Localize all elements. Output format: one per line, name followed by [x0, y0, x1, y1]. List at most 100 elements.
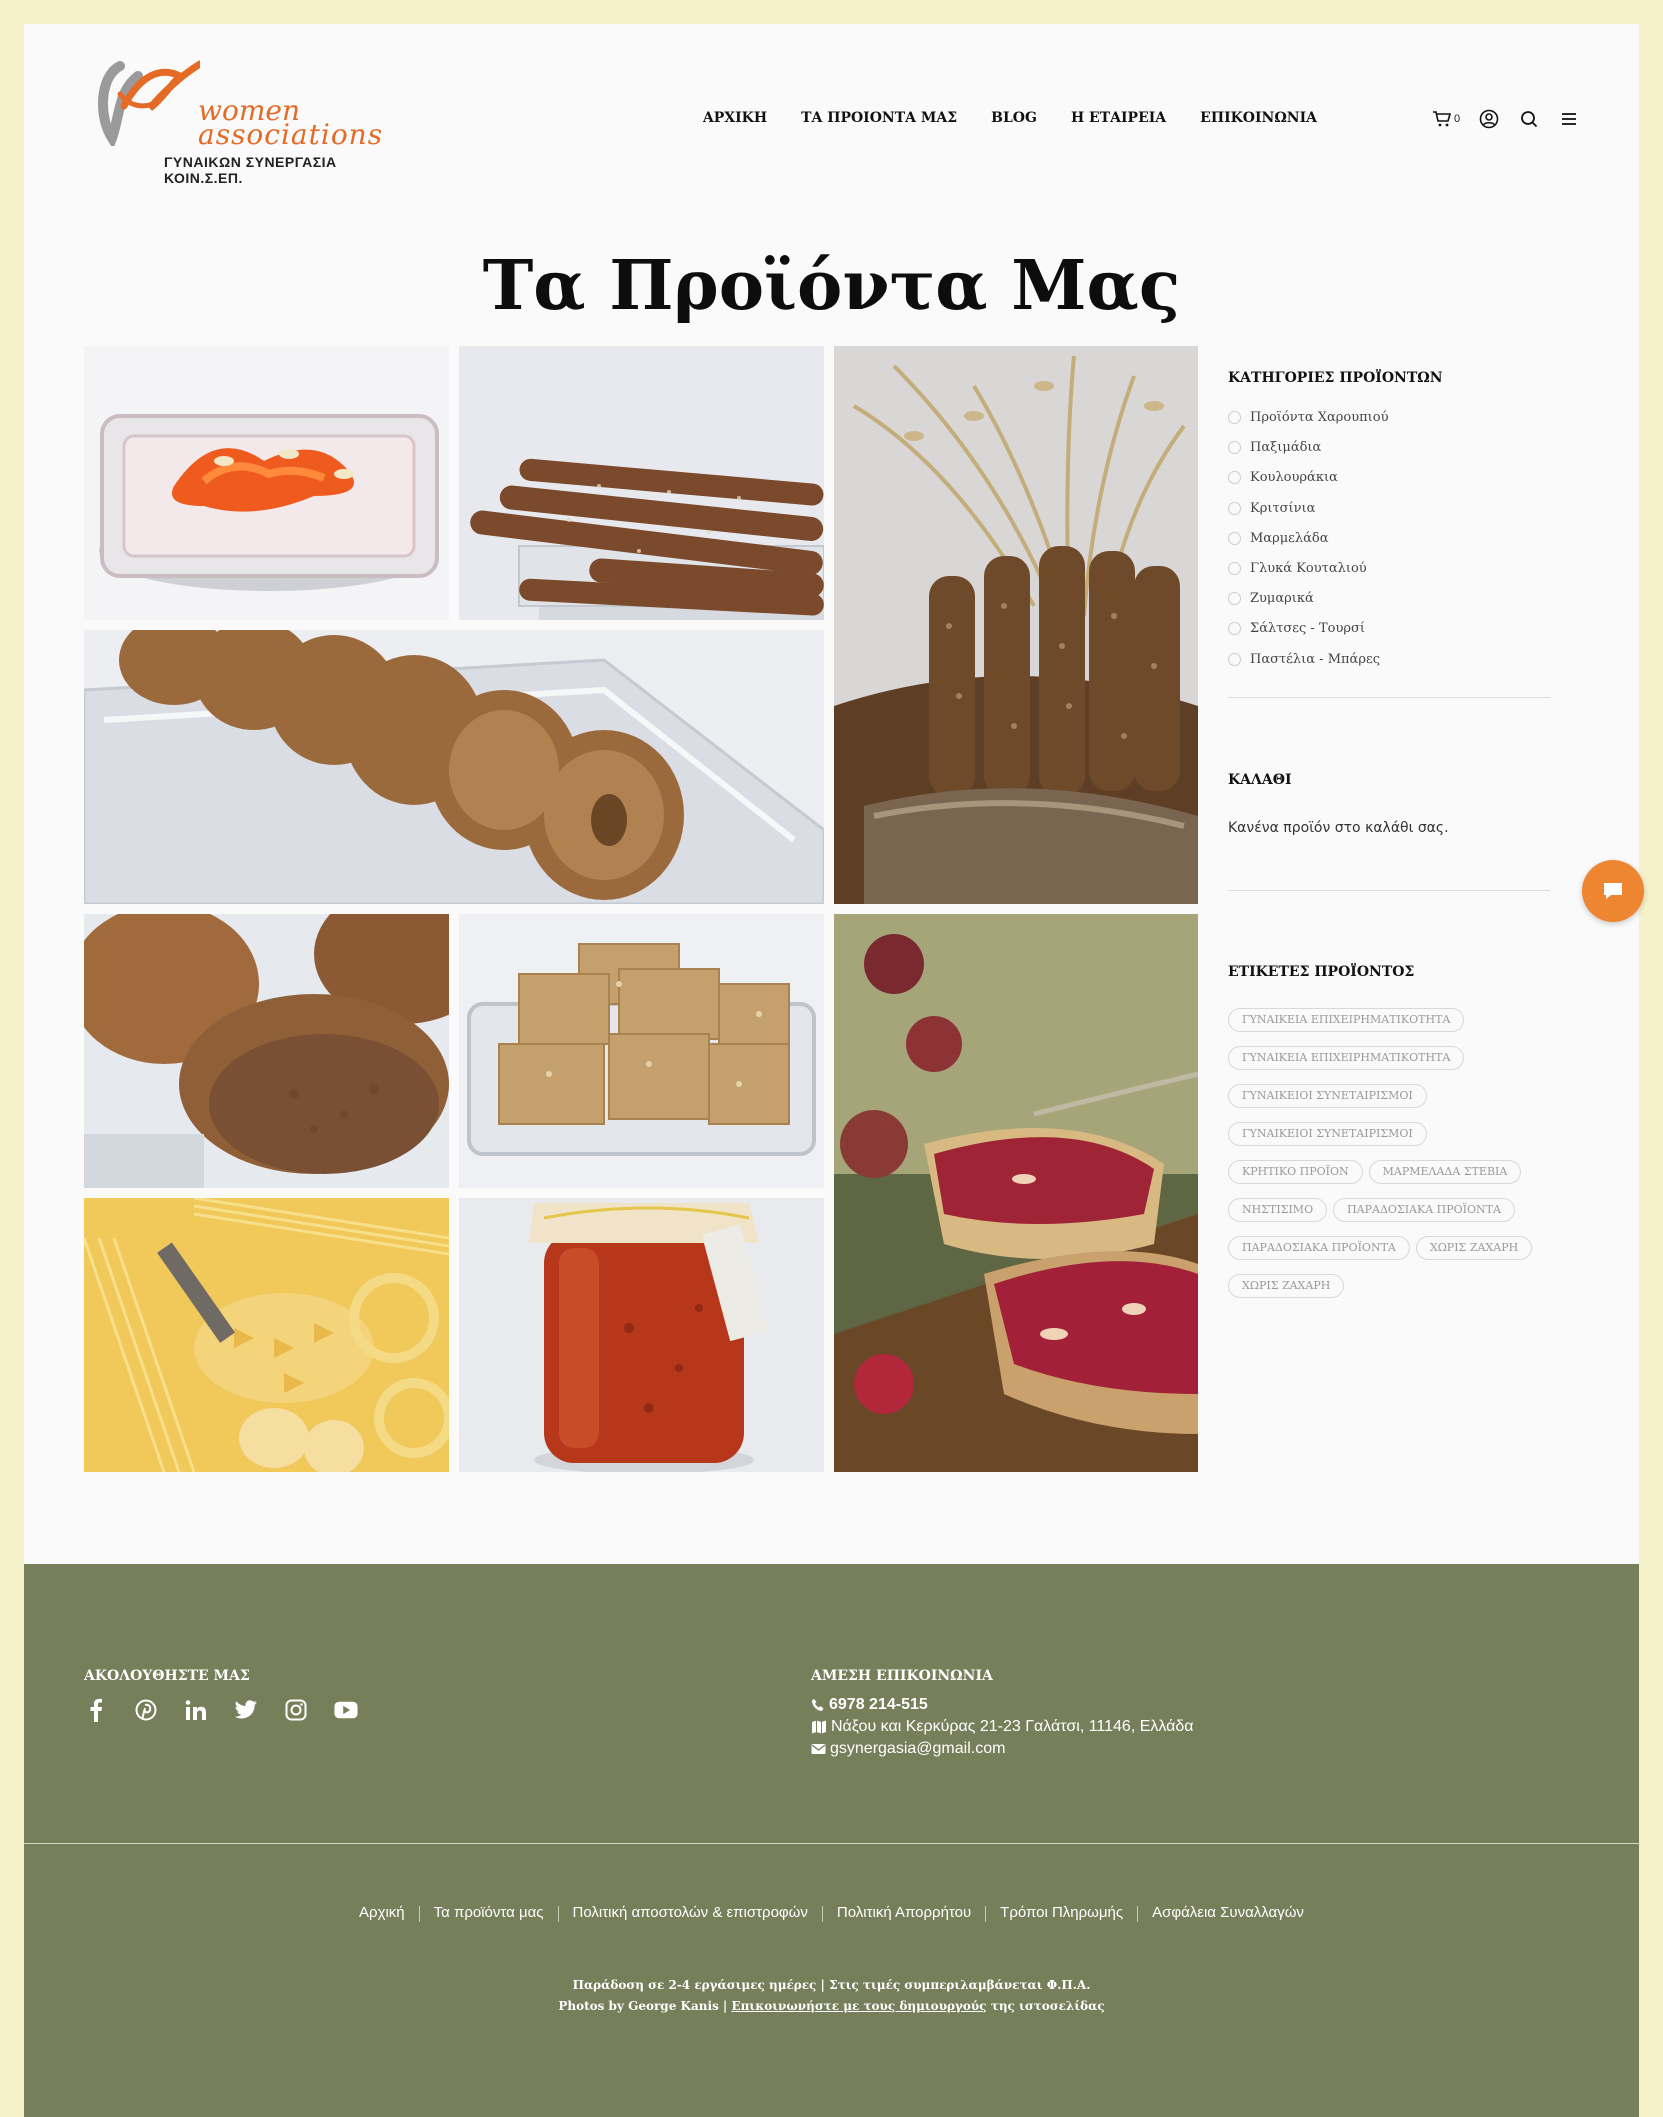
category-label: Παξιμάδια: [1250, 440, 1322, 456]
youtube-link[interactable]: [334, 1698, 358, 1722]
category-item[interactable]: Παστέλια - Μπάρες: [1228, 652, 1389, 682]
product-image-breadsticks[interactable]: [459, 346, 824, 620]
category-item[interactable]: Σάλτσες - Τουρσί: [1228, 621, 1389, 651]
logo-text-associations: associations: [198, 118, 384, 151]
footer-link-transaction-security[interactable]: Ασφάλεια Συναλλαγών: [1152, 1904, 1304, 1922]
category-label: Γλυκά Κουταλιού: [1250, 560, 1367, 576]
contact-title: ΑΜΕΣΗ ΕΠΙΚΟΙΝΩΝΙΑ: [811, 1668, 993, 1684]
logo-mark: [98, 60, 200, 146]
product-image-pasteli-bars[interactable]: [459, 914, 824, 1188]
account-button[interactable]: [1478, 108, 1500, 130]
nav-contact[interactable]: ΕΠΙΚΟΙΝΩΝΙΑ: [1200, 110, 1317, 126]
main-nav: ΑΡΧΙΚΗ ΤΑ ΠΡΟΙΟΝΤΑ ΜΑΣ BLOG Η ΕΤΑΙΡΕΙΑ Ε…: [703, 110, 1317, 126]
contact-phone[interactable]: 6978 214-515: [829, 1694, 928, 1716]
tag[interactable]: ΠΑΡΑΔΟΣΙΑΚΑ ΠΡΟΪΟΝΤΑ: [1333, 1198, 1515, 1222]
envelope-icon: [811, 1744, 826, 1754]
cart-empty-message: Κανένα προϊόν στο καλάθι σας.: [1228, 820, 1449, 836]
category-item[interactable]: Παξιμάδια: [1228, 440, 1389, 470]
twitter-link[interactable]: [234, 1698, 258, 1722]
category-item[interactable]: Προϊόντα Χαρουπιού: [1228, 410, 1389, 440]
tag[interactable]: ΓΥΝΑΙΚΕΙΑ ΕΠΙΧΕΙΡΗΜΑΤΙΚΟΤΗΤΑ: [1228, 1008, 1465, 1032]
follow-title: ΑΚΟΛΟΥΘΗΣΤΕ ΜΑΣ: [84, 1668, 250, 1684]
product-image-pasta[interactable]: [84, 1198, 449, 1472]
tag[interactable]: ΧΩΡΙΣ ΖΑΧΑΡΗ: [1228, 1274, 1345, 1298]
cart-button[interactable]: 0: [1432, 108, 1460, 130]
site-footer: ΑΚΟΛΟΥΘΗΣΤΕ ΜΑΣ ΑΜΕΣΗ ΕΠΙΚΟΙΝΩΝΙΑ 6978 2…: [24, 1564, 1639, 2117]
product-image-sauce-jar[interactable]: [459, 1198, 824, 1472]
delivery-note: Παράδοση σε 2-4 εργάσιμες ημέρες | Στις …: [572, 1978, 1091, 1992]
product-image-bread-rolls[interactable]: [84, 914, 449, 1188]
category-label: Προϊόντα Χαρουπιού: [1250, 410, 1389, 425]
tags-title: ΕΤΙΚΕΤΕΣ ΠΡΟΪΟΝΤΟΣ: [1228, 964, 1415, 980]
product-image-candied-fruit[interactable]: [84, 346, 449, 620]
footer-link-products[interactable]: Τα προϊόντα μας: [434, 1904, 544, 1922]
contact-email[interactable]: gsynergasia@gmail.com: [830, 1738, 1005, 1760]
nav-company[interactable]: Η ΕΤΑΙΡΕΙΑ: [1071, 110, 1166, 126]
cart-title: ΚΑΛΑΘΙ: [1228, 772, 1292, 788]
radio-icon: [1228, 531, 1241, 545]
menu-button[interactable]: [1558, 108, 1580, 130]
product-image-jam-toast[interactable]: [834, 914, 1198, 1472]
category-label: Παστέλια - Μπάρες: [1250, 651, 1380, 667]
category-item[interactable]: Κριτσίνια: [1228, 501, 1389, 531]
cart-count: 0: [1454, 113, 1461, 125]
footer-links: Αρχική Τα προϊόντα μας Πολιτική αποστολώ…: [24, 1904, 1639, 1922]
tag[interactable]: ΜΑΡΜΕΛΑΔΑ ΣΤΕΒΙΑ: [1368, 1160, 1522, 1184]
credits: Photos by George Kanis | Επικοινωνήστε μ…: [24, 1999, 1639, 2013]
product-image-koulourakia[interactable]: [84, 630, 824, 904]
radio-icon: [1228, 561, 1241, 575]
cart-icon: [1433, 111, 1452, 127]
footer-divider: [24, 1843, 1639, 1844]
category-label: Μαρμελάδα: [1250, 530, 1329, 546]
contact-email-row: gsynergasia@gmail.com: [811, 1738, 1194, 1760]
chat-button[interactable]: [1582, 860, 1644, 922]
radio-icon: [1228, 622, 1241, 636]
divider: [1228, 890, 1550, 891]
category-label: Σάλτσες - Τουρσί: [1250, 621, 1365, 637]
page-title: Τα Προϊόντα Μας: [482, 246, 1181, 326]
tag[interactable]: ΧΩΡΙΣ ΖΑΧΑΡΗ: [1415, 1236, 1533, 1260]
tag[interactable]: ΚΡΗΤΙΚΟ ΠΡΟΪΟΝ: [1228, 1160, 1363, 1184]
product-image-rusks-basket[interactable]: [834, 346, 1198, 904]
footer-link-shipping-policy[interactable]: Πολιτική αποστολών & επιστροφών: [573, 1904, 808, 1922]
page: women associations ΓΥΝΑΙΚΩΝ ΣΥΝΕΡΓΑΣΙΑ Κ…: [24, 24, 1644, 2117]
social-links: [84, 1698, 358, 1722]
nav-products[interactable]: ΤΑ ΠΡΟΙΟΝΤΑ ΜΑΣ: [801, 110, 957, 126]
credits-prefix: Photos by George Kanis |: [558, 1999, 732, 2013]
facebook-link[interactable]: [84, 1698, 108, 1722]
category-item[interactable]: Ζυμαρικά: [1228, 591, 1389, 621]
category-item[interactable]: Μαρμελάδα: [1228, 531, 1389, 561]
category-label: Κουλουράκια: [1250, 470, 1338, 486]
linkedin-icon: [185, 1700, 206, 1720]
categories-title: ΚΑΤΗΓΟΡΙΕΣ ΠΡΟΪΟΝΤΩΝ: [1228, 370, 1443, 386]
radio-icon: [1228, 471, 1241, 485]
tag[interactable]: ΝΗΣΤΙΣΙΜΟ: [1228, 1198, 1328, 1222]
youtube-icon: [334, 1701, 358, 1719]
tag[interactable]: ΠΑΡΑΔΟΣΙΑΚΑ ΠΡΟΪΟΝΤΑ: [1228, 1236, 1410, 1260]
twitter-icon: [234, 1700, 257, 1719]
radio-icon: [1228, 411, 1241, 424]
tag[interactable]: ΓΥΝΑΙΚΕΙΟΙ ΣΥΝΕΤΑΙΡΙΣΜΟΙ: [1228, 1084, 1427, 1108]
search-icon: [1521, 111, 1538, 128]
facebook-icon: [90, 1698, 102, 1722]
logo-tagline: ΓΥΝΑΙΚΩΝ ΣΥΝΕΡΓΑΣΙΑ ΚΟΙΝ.Σ.ΕΠ.: [164, 154, 337, 186]
nav-blog[interactable]: BLOG: [991, 110, 1037, 126]
footer-link-home[interactable]: Αρχική: [359, 1904, 405, 1922]
footer-link-payment-methods[interactable]: Τρόποι Πληρωμής: [1000, 1904, 1123, 1922]
site-logo[interactable]: women associations ΓΥΝΑΙΚΩΝ ΣΥΝΕΡΓΑΣΙΑ Κ…: [90, 46, 382, 186]
category-label: Ζυμαρικά: [1250, 591, 1314, 607]
pinterest-link[interactable]: [134, 1698, 158, 1722]
category-item[interactable]: Γλυκά Κουταλιού: [1228, 561, 1389, 591]
credits-link[interactable]: Επικοινωνήστε με τους δημιουργούς: [731, 1999, 986, 2013]
nav-home[interactable]: ΑΡΧΙΚΗ: [703, 110, 767, 126]
instagram-link[interactable]: [284, 1698, 308, 1722]
tag[interactable]: ΓΥΝΑΙΚΕΙΟΙ ΣΥΝΕΤΑΙΡΙΣΜΟΙ: [1228, 1122, 1427, 1146]
linkedin-link[interactable]: [184, 1698, 208, 1722]
category-item[interactable]: Κουλουράκια: [1228, 470, 1389, 500]
footer-link-privacy-policy[interactable]: Πολιτική Απορρήτου: [837, 1904, 971, 1922]
category-list: Προϊόντα Χαρουπιού Παξιμάδια Κουλουράκια…: [1228, 410, 1389, 682]
search-button[interactable]: [1518, 108, 1540, 130]
radio-icon: [1228, 652, 1241, 666]
tag[interactable]: ΓΥΝΑΙΚΕΙΑ ΕΠΙΧΕΙΡΗΜΑΤΙΚΟΤΗΤΑ: [1228, 1046, 1465, 1070]
contact-phone-row: 6978 214-515: [811, 1694, 1194, 1716]
